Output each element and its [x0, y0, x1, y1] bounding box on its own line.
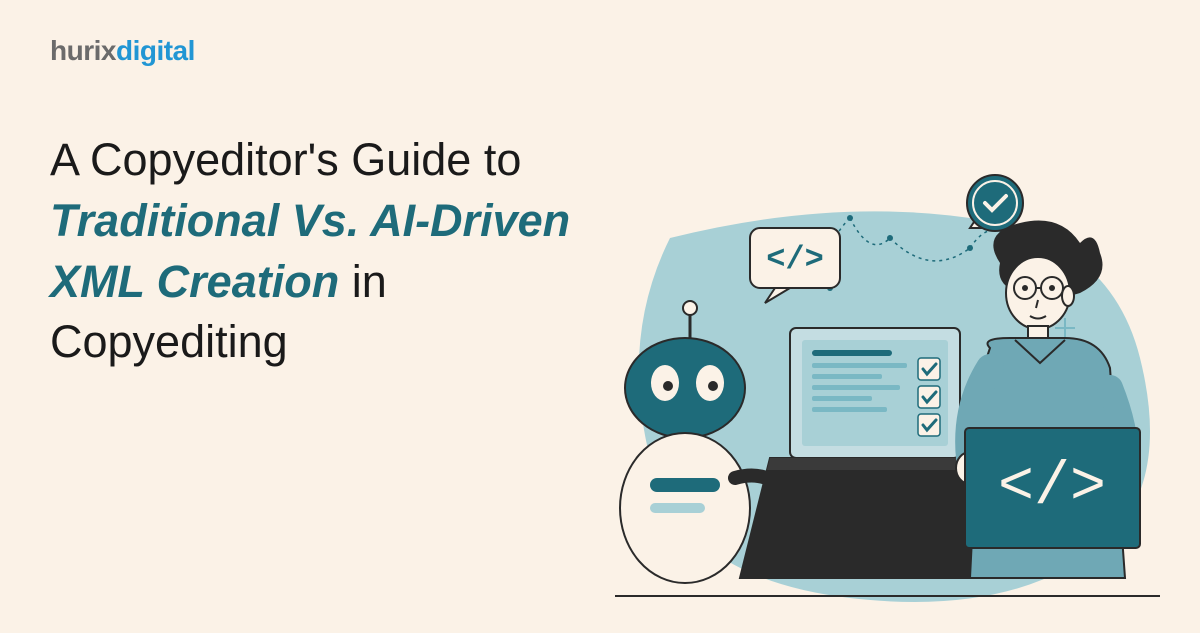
headline-highlight2: XML Creation [50, 256, 339, 307]
headline-line1: A Copyeditor's Guide to [50, 134, 521, 185]
hero-illustration: </> [570, 158, 1170, 628]
code-sign: </> [965, 428, 1140, 548]
headline-line3-suffix: in [339, 256, 387, 307]
brand-logo: hurixdigital [50, 35, 195, 67]
svg-text:</>: </> [998, 454, 1106, 522]
headline-highlight1: Traditional Vs. AI-Driven [50, 195, 570, 246]
checkmark-badge [967, 175, 1023, 231]
logo-text-part2: digital [116, 35, 195, 66]
page-title: A Copyeditor's Guide to Traditional Vs. … [50, 130, 610, 373]
headline-line4: Copyediting [50, 316, 288, 367]
logo-text-part1: hurix [50, 35, 116, 66]
svg-text:</>: </> [766, 241, 824, 278]
